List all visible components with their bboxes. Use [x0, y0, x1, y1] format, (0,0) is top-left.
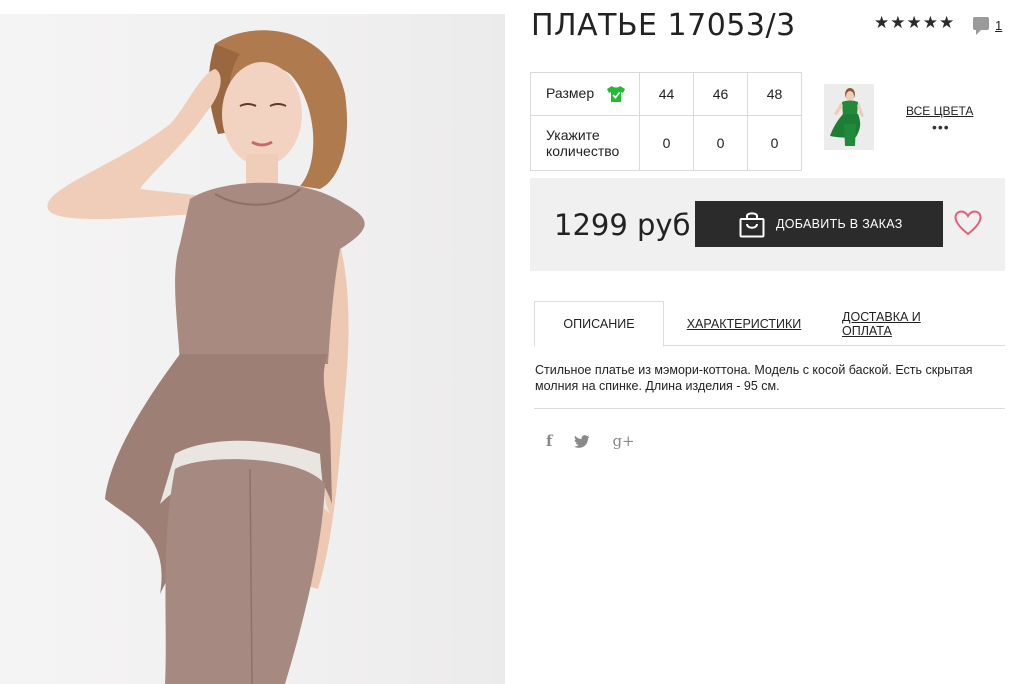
tab-description[interactable]: ОПИСАНИЕ [534, 301, 664, 347]
product-rating[interactable]: ★ ★ ★ ★ ★ [874, 14, 954, 31]
star-icon[interactable]: ★ [939, 14, 954, 31]
price-panel: 1299 руб ДОБАВИТЬ В ЗАКАЗ [530, 178, 1005, 271]
size-row: Размер 44 46 48 [530, 72, 802, 116]
size-option: 48 [747, 72, 802, 116]
product-photo[interactable] [0, 14, 505, 684]
add-to-order-button[interactable]: ДОБАВИТЬ В ЗАКАЗ [695, 201, 943, 247]
star-icon[interactable]: ★ [907, 14, 922, 31]
size-label: Размер [546, 84, 595, 101]
favorite-heart-icon[interactable] [954, 210, 982, 236]
quantity-input[interactable]: 0 [693, 115, 748, 171]
quantity-label: Укажите количество [530, 115, 640, 171]
size-option: 44 [639, 72, 694, 116]
tab-delivery-payment[interactable]: ДОСТАВКА И ОПЛАТА [842, 301, 972, 346]
tab-characteristics[interactable]: ХАРАКТЕРИСТИКИ [684, 301, 804, 346]
model-in-dress-image [47, 30, 365, 684]
shopping-bag-icon [739, 212, 765, 238]
add-to-order-label: ДОБАВИТЬ В ЗАКАЗ [776, 217, 903, 231]
quantity-row: Укажите количество 0 0 0 [530, 115, 802, 171]
product-description: Стильное платье из мэмори-коттона. Модел… [535, 363, 973, 393]
size-table: Размер 44 46 48 Укажите количество 0 0 0 [530, 72, 802, 171]
more-colors-icon[interactable]: ••• [932, 119, 950, 135]
size-label-cell: Размер [530, 72, 640, 116]
quantity-input[interactable]: 0 [747, 115, 802, 171]
all-colors-link[interactable]: ВСЕ ЦВЕТА [906, 104, 973, 118]
product-title: ПЛАТЬЕ 17053/3 [531, 8, 796, 43]
google-plus-icon[interactable]: g+ [612, 432, 634, 450]
color-variant-thumbnail[interactable] [824, 84, 874, 150]
product-price: 1299 руб [554, 208, 691, 242]
comments-count[interactable]: 1 [995, 18, 1002, 33]
green-dress-thumbnail-image [824, 84, 874, 150]
twitter-icon[interactable] [574, 434, 590, 448]
star-icon[interactable]: ★ [874, 14, 889, 31]
comments-link[interactable]: 1 [973, 17, 1002, 35]
divider [534, 408, 1005, 409]
size-option: 46 [693, 72, 748, 116]
quantity-input[interactable]: 0 [639, 115, 694, 171]
star-icon[interactable]: ★ [923, 14, 938, 31]
social-share: f g+ [546, 432, 635, 450]
star-icon[interactable]: ★ [890, 14, 905, 31]
product-tabs: ОПИСАНИЕ ХАРАКТЕРИСТИКИ ДОСТАВКА И ОПЛАТ… [534, 301, 1005, 347]
facebook-icon[interactable]: f [546, 432, 552, 450]
size-chart-shirt-icon[interactable] [606, 85, 626, 103]
comment-bubble-icon [973, 17, 989, 35]
